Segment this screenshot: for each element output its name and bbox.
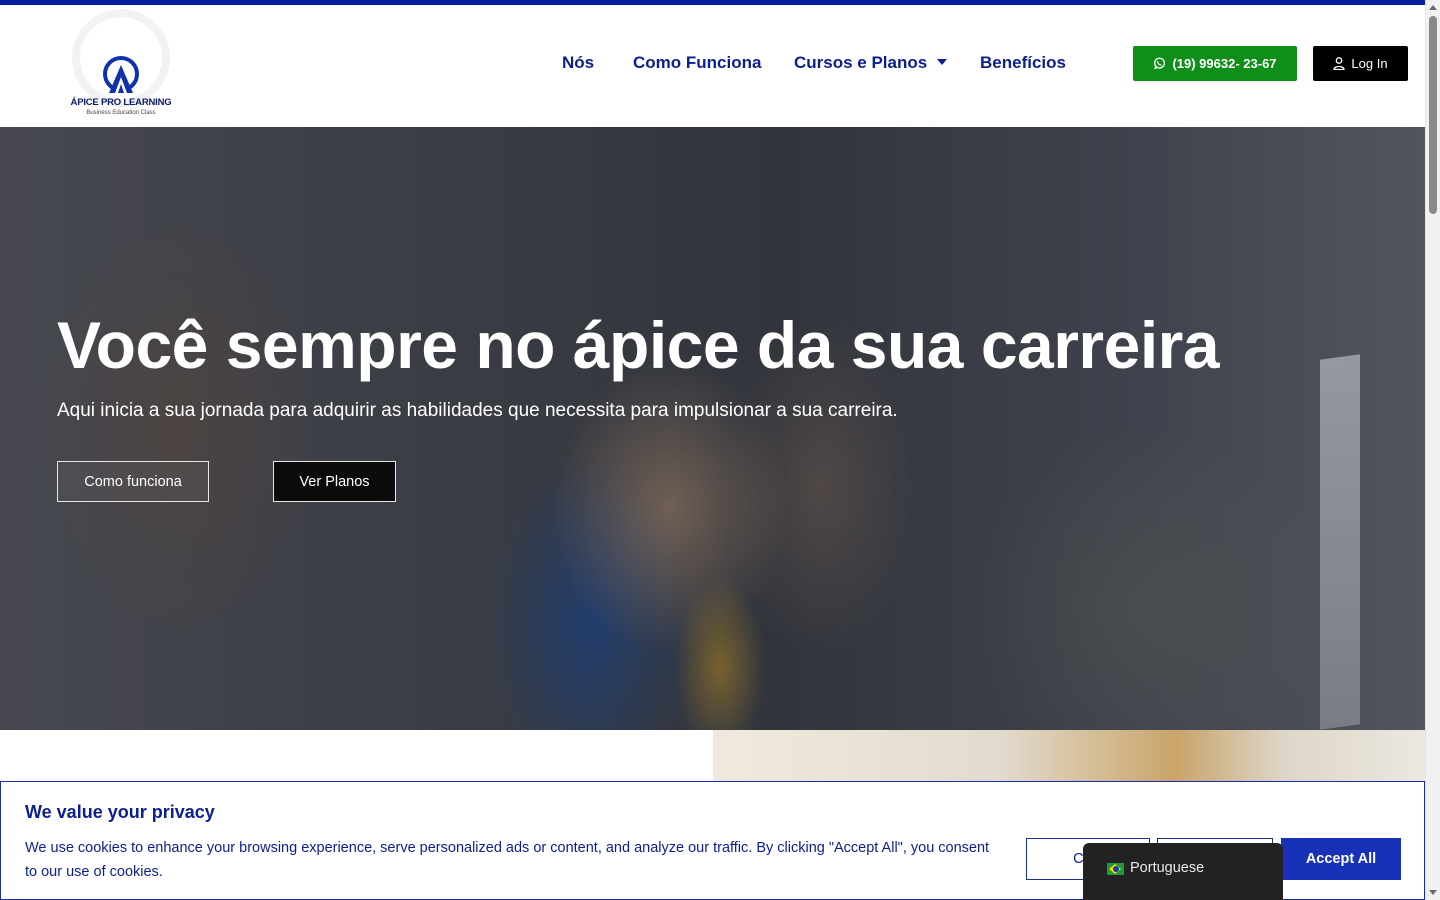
scroll-down-arrow-icon[interactable]: [1429, 890, 1437, 895]
login-button[interactable]: Log In: [1313, 46, 1408, 81]
section-image: [713, 730, 1425, 782]
nav-item-nos[interactable]: Nós: [562, 53, 594, 73]
nav-item-como-funciona[interactable]: Como Funciona: [633, 53, 761, 73]
language-label: Portuguese: [1130, 860, 1205, 876]
brazil-flag-icon: [1107, 863, 1124, 875]
flag-globe: [1112, 866, 1119, 872]
how-it-works-button[interactable]: Como funciona: [57, 461, 209, 502]
logo-tagline: Business Education Class: [86, 110, 156, 116]
nav-item-cursos-e-planos[interactable]: Cursos e Planos: [794, 53, 948, 73]
hero-subtitle: Aqui inicia a sua jornada para adquirir …: [57, 400, 898, 421]
hero-title: Você sempre no ápice da sua carreira: [57, 308, 1220, 382]
nav-item-beneficios[interactable]: Benefícios: [980, 53, 1066, 73]
page-scrollbar[interactable]: [1425, 0, 1440, 900]
caret-down-icon: [937, 59, 948, 65]
whatsapp-icon: [1154, 57, 1166, 70]
whatsapp-number: (19) 99632- 23-67: [1172, 56, 1277, 71]
apex-logo-icon: [103, 56, 139, 93]
view-plans-button[interactable]: Ver Planos: [273, 461, 396, 502]
accept-all-button[interactable]: Accept All: [1281, 838, 1401, 880]
site-logo[interactable]: ÁPICE PRO LEARNING Business Education Cl…: [68, 9, 174, 119]
cookie-text: We use cookies to enhance your browsing …: [25, 840, 990, 880]
hero-section: Você sempre no ápice da sua carreira Aqu…: [0, 127, 1425, 730]
site-header: ÁPICE PRO LEARNING Business Education Cl…: [0, 5, 1425, 127]
whatsapp-button[interactable]: (19) 99632- 23-67: [1133, 46, 1297, 81]
user-icon: [1333, 57, 1346, 70]
cookie-title: We value your privacy: [25, 802, 215, 822]
login-label: Log In: [1351, 56, 1388, 71]
nav-item-label: Cursos e Planos: [794, 53, 928, 72]
scroll-up-arrow-icon[interactable]: [1429, 5, 1437, 10]
logo-name: ÁPICE PRO LEARNING: [70, 97, 172, 108]
language-switcher[interactable]: Portuguese: [1083, 843, 1283, 900]
hero-overlay: [0, 127, 1425, 730]
scroll-thumb[interactable]: [1429, 16, 1437, 214]
